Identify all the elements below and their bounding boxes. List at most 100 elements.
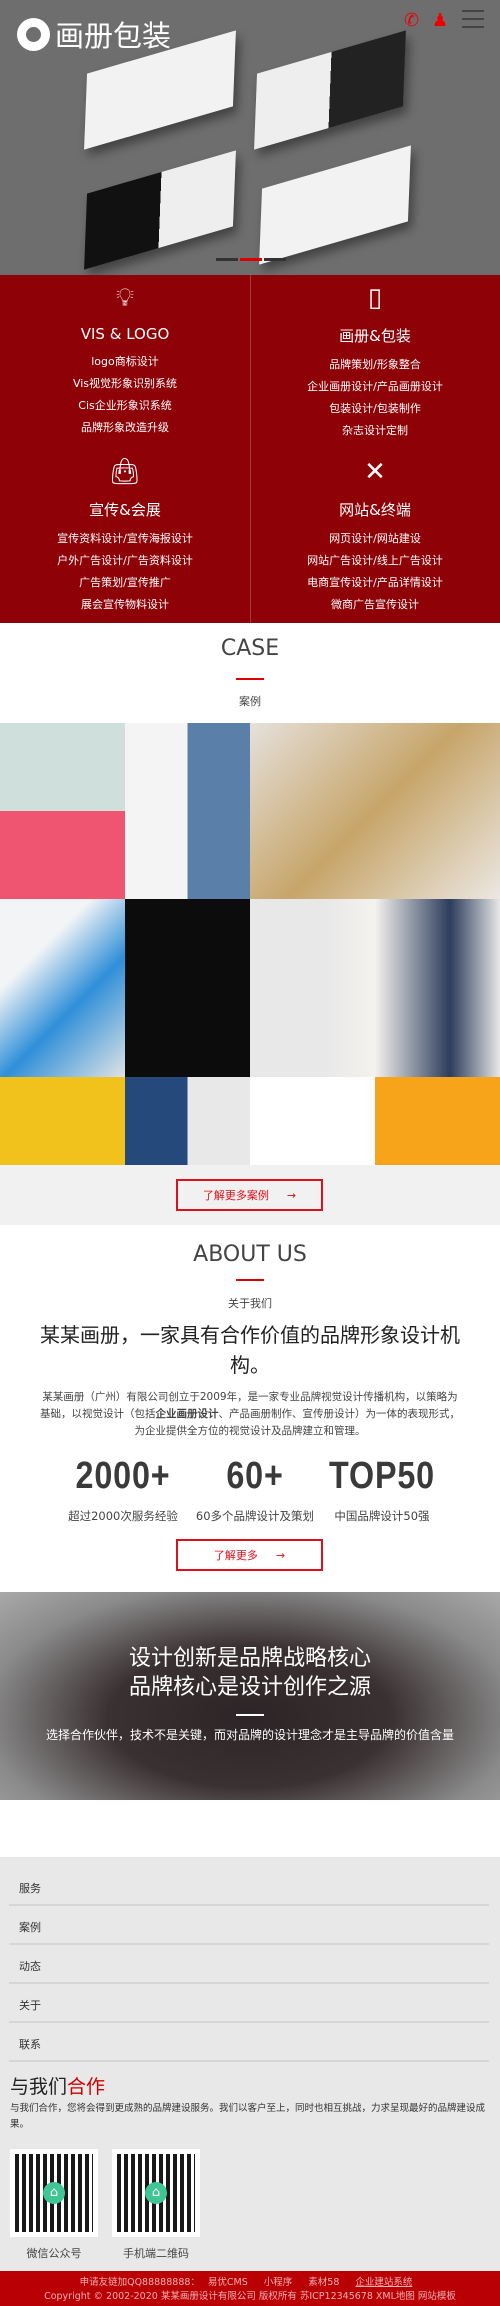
service-item[interactable]: 网页设计/网站建设 <box>250 528 500 550</box>
cooperate-text: 与我们合作，您将会得到更成熟的品牌建设服务。我们以客户至上，同时也相互挑战，力求… <box>10 2103 486 2130</box>
service-item[interactable]: logo商标设计 <box>0 351 250 373</box>
service-item[interactable]: Vis视觉形象识别系统 <box>0 373 250 395</box>
para-bold: 企业画册设计 <box>155 1408 219 1420</box>
qr-label: 微信公众号 <box>26 2247 82 2260</box>
banner-divider <box>236 1714 264 1716</box>
about-more-button[interactable]: 了解更多 → <box>176 1539 323 1571</box>
case-item[interactable] <box>125 723 250 899</box>
logo-mark-icon <box>17 17 50 51</box>
service-item[interactable]: 展会宣传物料设计 <box>0 594 250 616</box>
nav-item-cases[interactable]: 案例 <box>9 1906 489 1945</box>
banner-line: 品牌核心是设计创作之源 <box>128 1675 371 1700</box>
stat-value: 2000+ <box>75 1455 171 1497</box>
service-item[interactable]: 企业画册设计/产品画册设计 <box>250 376 500 398</box>
phone-icon[interactable]: ✆ <box>404 10 419 31</box>
qq-icon[interactable]: ♟ <box>432 10 448 31</box>
shopping-bag-icon: 👜︎ <box>108 457 142 487</box>
title-part: 与我们 <box>10 2076 68 2098</box>
case-item[interactable] <box>0 723 125 899</box>
slide-image <box>254 30 406 150</box>
service-item[interactable]: 微商广告宣传设计 <box>250 594 500 616</box>
nav-item-about[interactable]: 关于 <box>9 1984 489 2023</box>
about-subtitle: 关于我们 <box>228 1297 272 1310</box>
title-underline <box>236 678 264 680</box>
title-underline <box>236 1279 264 1281</box>
case-item[interactable] <box>125 1077 250 1165</box>
case-item[interactable] <box>0 899 125 1077</box>
friend-links: 申请友链加QQ88888888： 易优CMS 小程序 素材58 企业建站系统 <box>0 2276 500 2290</box>
slide-dot[interactable] <box>264 258 286 261</box>
service-promotion-exhibition[interactable]: 👜︎ 宣传&会展 宣传资料设计/宣传海报设计 户外广告设计/广告资料设计 广告策划/… <box>0 449 250 623</box>
case-item[interactable] <box>125 899 250 1077</box>
slogan-banner: 设计创新是品牌战略核心 品牌核心是设计创作之源 选择合作伙伴，技术不是关键，而对品… <box>0 1592 500 1800</box>
stat-value: 60+ <box>226 1455 284 1497</box>
banner-line: 设计创新是品牌战略核心 <box>128 1646 371 1671</box>
about-title: ABOUT US <box>193 1242 307 1267</box>
copyright: Copyright © 2002-2020 某某画册设计有限公司 版权所有 苏I… <box>44 2291 456 2302</box>
arrow-right-icon: → <box>275 1548 286 1562</box>
stat-services: 2000+ 超过2000次服务经验 <box>48 1455 198 1524</box>
stat-label: 中国品牌设计50强 <box>334 1509 430 1523</box>
service-item[interactable]: 品牌策划/形象整合 <box>250 354 500 376</box>
footer-link[interactable]: 易优CMS <box>208 2277 248 2288</box>
stat-value: TOP50 <box>328 1455 435 1497</box>
button-label: 了解更多 <box>213 1549 258 1562</box>
button-label: 了解更多案例 <box>202 1189 269 1202</box>
wechat-qr-code <box>10 2149 98 2237</box>
menu-icon[interactable] <box>462 10 484 34</box>
service-item[interactable]: 包装设计/包装制作 <box>250 398 500 420</box>
more-cases-button[interactable]: 了解更多案例 → <box>176 1179 323 1211</box>
nav-item-services[interactable]: 服务 <box>9 1867 489 1906</box>
footer-link[interactable]: 素材58 <box>308 2277 339 2288</box>
qr-label: 手机端二维码 <box>123 2247 189 2260</box>
logo-text: 画册包装 <box>55 19 172 53</box>
footer-link[interactable]: 企业建站系统 <box>355 2277 412 2288</box>
slide-dot[interactable] <box>216 258 238 261</box>
banner-text: 选择合作伙伴，技术不是关键，而对品牌的设计理念才是主导品牌的价值含量 <box>45 1728 454 1742</box>
service-brochure-packaging[interactable]: ▯ 画册&包装 品牌策划/形象整合 企业画册设计/产品画册设计 包装设计/包装制作杂… <box>250 275 500 449</box>
footer-link[interactable]: 小程序 <box>264 2277 293 2288</box>
about-heading: 某某画册，一家具有合作价值的品牌形象设计机构。 <box>40 1323 460 1377</box>
case-item[interactable] <box>250 899 500 1077</box>
cooperate-title: 与我们合作 <box>10 2072 105 2099</box>
nav-item-news[interactable]: 动态 <box>9 1945 489 1984</box>
service-vis-logo[interactable]: 💡︎ VIS & LOGO logo商标设计 Vis视觉形象识别系统 Cis企业形象… <box>0 275 250 449</box>
case-title: CASE <box>220 636 280 661</box>
slide-image <box>84 150 236 270</box>
nav-item-contact[interactable]: 联系 <box>9 2023 489 2062</box>
service-title: 网站&终端 <box>339 501 411 519</box>
title-accent: 合作 <box>67 2076 106 2098</box>
stat-top50: TOP50 中国品牌设计50强 <box>307 1455 457 1524</box>
service-item[interactable]: Cis企业形象识系统 <box>0 395 250 417</box>
slider-pagination <box>216 258 286 261</box>
slide-image <box>259 145 411 265</box>
service-item[interactable]: 广告策划/宣传推广 <box>0 572 250 594</box>
logo[interactable]: 画册包装 <box>17 13 171 55</box>
case-item[interactable] <box>0 1077 125 1165</box>
service-title: 宣传&会展 <box>89 501 161 519</box>
case-item[interactable] <box>250 1077 375 1165</box>
service-title: 画册&包装 <box>339 327 411 345</box>
case-item[interactable] <box>375 1077 500 1165</box>
book-icon: ▯ <box>367 283 383 313</box>
divider <box>250 275 251 623</box>
mobile-qr-code <box>112 2149 200 2237</box>
case-item[interactable] <box>250 723 500 899</box>
lightbulb-icon: 💡︎ <box>115 283 135 313</box>
service-item[interactable]: 户外广告设计/广告资料设计 <box>0 550 250 572</box>
slide-dot-active[interactable] <box>240 258 262 261</box>
service-item[interactable]: 杂志设计定制 <box>250 420 500 442</box>
service-item[interactable]: 宣传资料设计/宣传海报设计 <box>0 528 250 550</box>
service-item[interactable]: 品牌形象改造升级 <box>0 417 250 439</box>
service-item[interactable]: 网站广告设计/线上广告设计 <box>250 550 500 572</box>
arrow-right-icon: → <box>286 1188 297 1202</box>
service-item[interactable]: 电商宣传设计/产品详情设计 <box>250 572 500 594</box>
about-paragraph: 某某画册（广州）有限公司创立于2009年，是一家专业品牌视觉设计传播机构，以策略… <box>38 1389 462 1440</box>
stat-label: 超过2000次服务经验 <box>68 1509 178 1523</box>
banner-heading: 设计创新是品牌战略核心 品牌核心是设计创作之源 <box>0 1592 500 1702</box>
links-prefix: 申请友链加QQ88888888： <box>79 2277 200 2288</box>
footer: 申请友链加QQ88888888： 易优CMS 小程序 素材58 企业建站系统 Copyr… <box>0 2271 500 2306</box>
case-subtitle: 案例 <box>239 695 261 708</box>
pencil-ruler-icon: ✕ <box>364 457 386 487</box>
service-web-terminal[interactable]: ✕ 网站&终端 网页设计/网站建设 网站广告设计/线上广告设计 电商宣传设计/产品详… <box>250 449 500 623</box>
